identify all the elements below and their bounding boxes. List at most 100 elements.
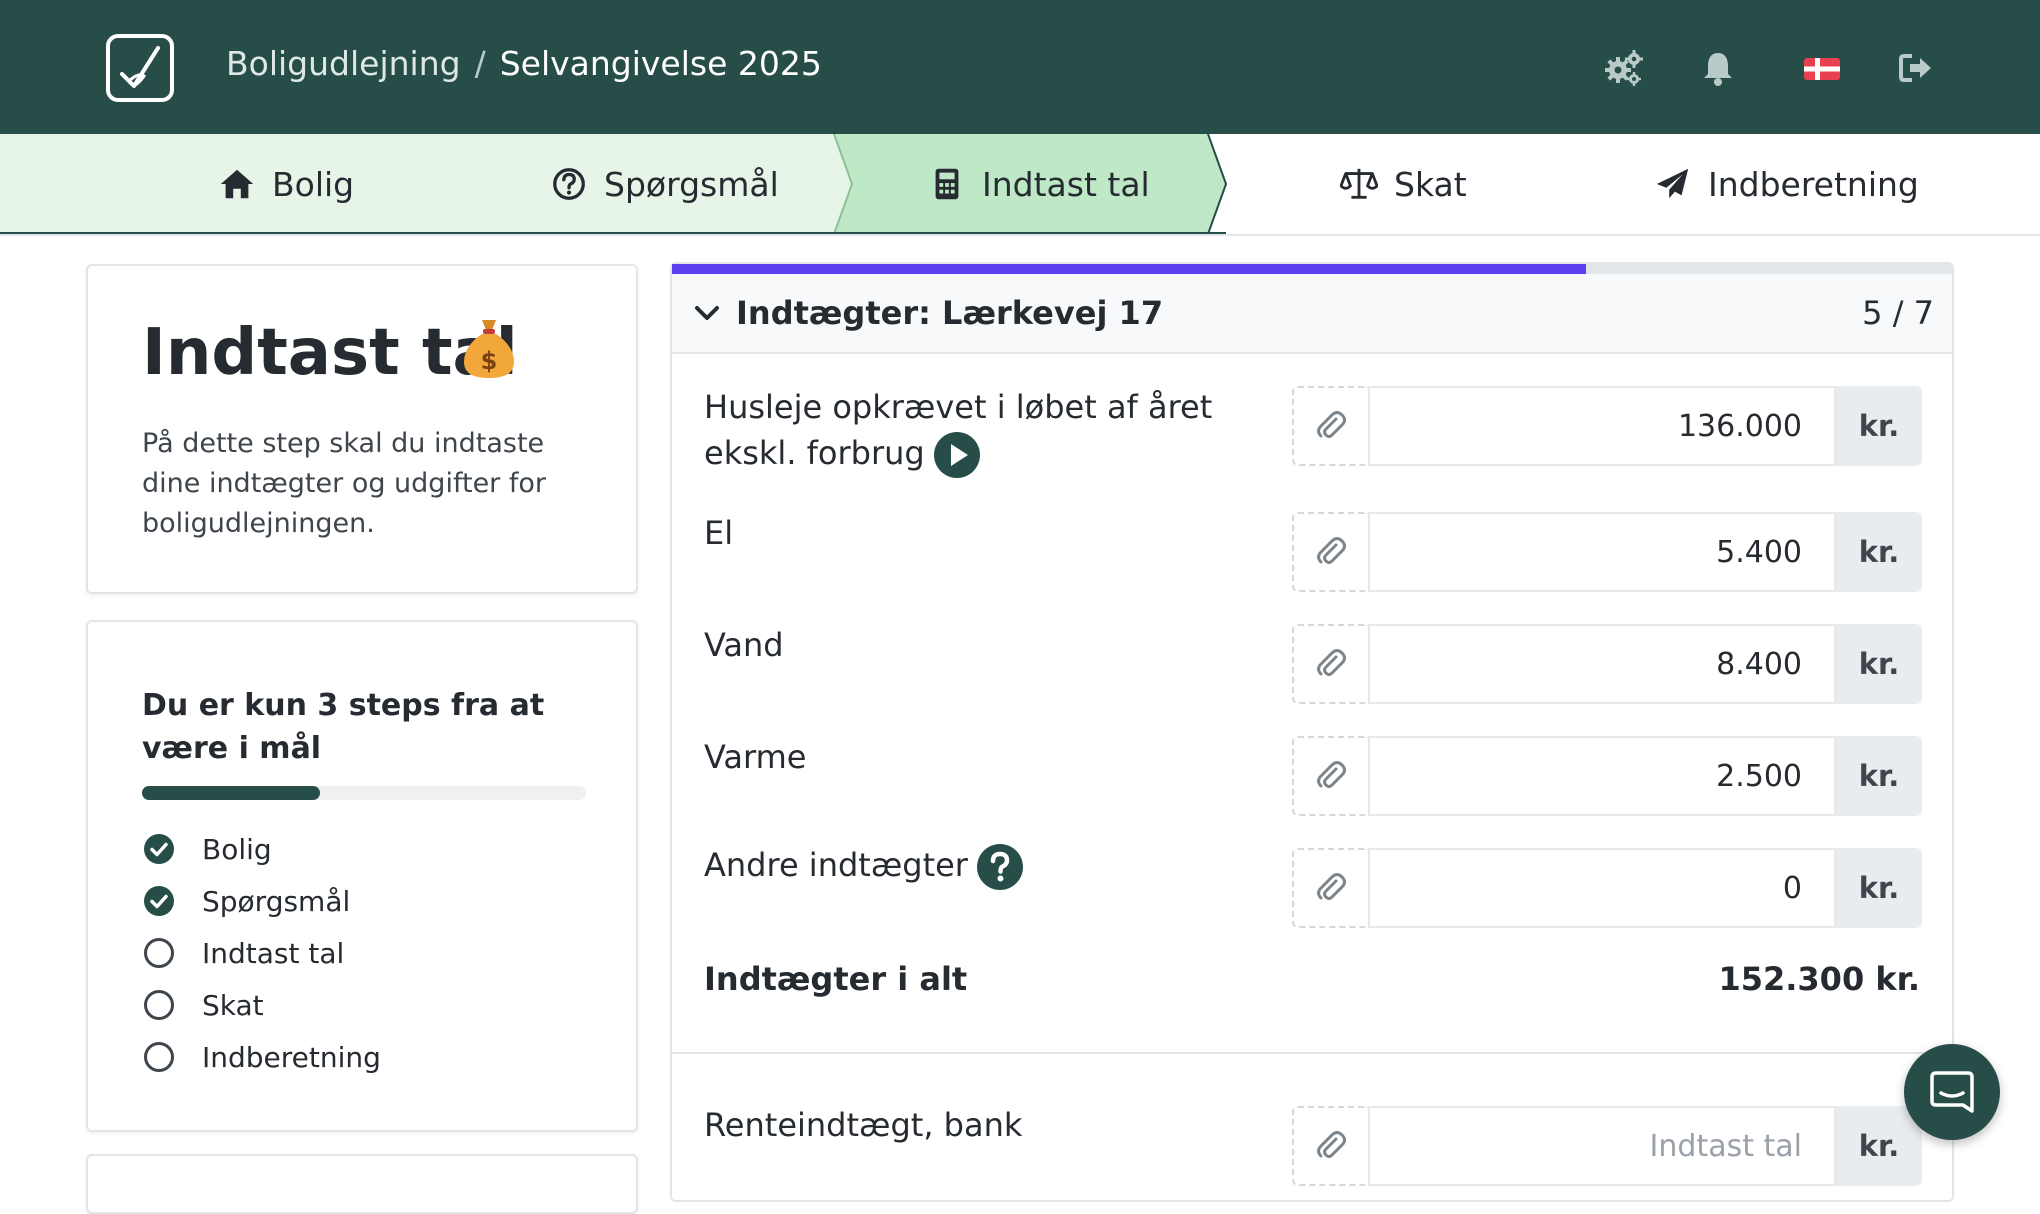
attachment-button[interactable] xyxy=(1292,386,1368,466)
income-panel: Indtægter: Lærkevej 17 5 / 7 Husleje opk… xyxy=(670,262,1954,1202)
row-label-varme: Varme xyxy=(704,738,807,776)
row-label-renteindtaegt: Renteindtægt, bank xyxy=(704,1106,1023,1144)
row-label-vand: Vand xyxy=(704,626,784,664)
logout-icon[interactable] xyxy=(1896,48,1936,88)
attachment-button[interactable] xyxy=(1292,1106,1368,1186)
bell-icon[interactable] xyxy=(1698,48,1738,88)
section-header[interactable]: Indtægter: Lærkevej 17 5 / 7 xyxy=(672,274,1952,354)
calculator-icon xyxy=(935,168,959,200)
money-bag-icon: $ xyxy=(460,316,518,386)
intro-card: Indtast tal $ På dette step skal du indt… xyxy=(86,264,638,594)
chat-icon xyxy=(1930,1071,1974,1113)
unit-label: kr. xyxy=(1836,848,1922,928)
attachment-button[interactable] xyxy=(1292,512,1368,592)
row-label-el: El xyxy=(704,514,734,552)
row-label-andre-indtaegter: Andre indtægter xyxy=(704,842,1024,891)
play-circle-icon[interactable] xyxy=(933,431,981,479)
unit-label: kr. xyxy=(1836,624,1922,704)
home-icon xyxy=(220,169,254,199)
empty-circle-icon xyxy=(144,1042,174,1072)
paperclip-icon xyxy=(1317,1131,1346,1158)
unit-label: kr. xyxy=(1836,512,1922,592)
vand-input[interactable]: 8.400 xyxy=(1368,624,1836,704)
attachment-button[interactable] xyxy=(1292,848,1368,928)
paper-plane-icon xyxy=(1656,168,1689,199)
husleje-input[interactable]: 136.000 xyxy=(1368,386,1836,466)
check-circle-icon xyxy=(144,834,174,864)
settings-icon[interactable] xyxy=(1604,48,1644,88)
section-title: Indtægter: Lærkevej 17 xyxy=(736,294,1164,332)
step-tab-spoergsmaal[interactable]: Spørgsmål xyxy=(550,134,779,234)
paperclip-icon xyxy=(1317,761,1346,788)
unit-label: kr. xyxy=(1836,736,1922,816)
paperclip-icon xyxy=(1317,873,1346,900)
breadcrumb-item-selvangivelse[interactable]: Selvangivelse 2025 xyxy=(500,44,822,83)
step-tab-indtast-tal[interactable]: Indtast tal xyxy=(928,134,1150,234)
svg-text:$: $ xyxy=(481,347,498,375)
checklist-label: Bolig xyxy=(202,832,272,866)
steps-progress-fill xyxy=(142,786,320,800)
varme-input[interactable]: 2.500 xyxy=(1368,736,1836,816)
checkmark-logo-icon xyxy=(120,46,160,88)
section-progress-bar xyxy=(672,264,1952,274)
help-icon[interactable] xyxy=(976,843,1024,891)
next-card xyxy=(86,1154,638,1214)
intro-description: På dette step skal du indtaste dine indt… xyxy=(142,428,546,539)
step-tab-label: Skat xyxy=(1394,164,1467,204)
checklist-label: Skat xyxy=(202,988,264,1022)
step-tab-label: Bolig xyxy=(272,164,355,204)
progress-card: Du er kun 3 steps fra at være i mål Boli… xyxy=(86,620,638,1132)
row-label-husleje: Husleje opkrævet i løbet af året ekskl. … xyxy=(704,384,1294,479)
andre-indtaegter-input[interactable]: 0 xyxy=(1368,848,1836,928)
breadcrumb-item-boligudlejning[interactable]: Boligudlejning xyxy=(226,44,461,83)
step-tab-label: Indtast tal xyxy=(982,164,1150,204)
andre-indtaegter-field: 0 kr. xyxy=(1292,848,1922,928)
chat-button[interactable] xyxy=(1904,1044,2000,1140)
chevron-down-icon[interactable] xyxy=(690,296,724,330)
checklist-label: Indtast tal xyxy=(202,936,345,970)
total-label: Indtægter i alt xyxy=(704,960,968,998)
paperclip-icon xyxy=(1317,411,1346,438)
step-tab-skat[interactable]: Skat xyxy=(1340,134,1467,234)
checklist-item-indtast-tal: Indtast tal xyxy=(142,936,344,970)
question-circle-icon xyxy=(553,168,585,200)
checklist-item-skat: Skat xyxy=(142,988,264,1022)
checklist-label: Spørgsmål xyxy=(202,884,351,918)
checklist-item-indberetning: Indberetning xyxy=(142,1040,381,1074)
paperclip-icon xyxy=(1317,649,1346,676)
app-logo[interactable] xyxy=(106,34,174,102)
el-field: 5.400 kr. xyxy=(1292,512,1922,592)
renteindtaegt-field: Indtast tal kr. xyxy=(1292,1106,1922,1186)
row-label-text: Andre indtægter xyxy=(704,846,968,884)
step-tab-label: Indberetning xyxy=(1708,164,1919,204)
step-tab-indberetning[interactable]: Indberetning xyxy=(1654,134,1919,234)
check-circle-icon xyxy=(144,886,174,916)
section-counter: 5 / 7 xyxy=(1862,294,1934,332)
vand-field: 8.400 kr. xyxy=(1292,624,1922,704)
paperclip-icon xyxy=(1317,537,1346,564)
step-tab-label: Spørgsmål xyxy=(604,164,779,204)
unit-label: kr. xyxy=(1836,386,1922,466)
steps-progress-bar xyxy=(142,786,586,800)
balance-scale-icon xyxy=(1340,168,1378,199)
section-divider xyxy=(672,1052,1952,1054)
step-tab-bolig[interactable]: Bolig xyxy=(218,134,354,234)
total-value: 152.300 kr. xyxy=(1718,960,1920,998)
empty-circle-icon xyxy=(144,990,174,1020)
varme-field: 2.500 kr. xyxy=(1292,736,1922,816)
checklist-item-bolig: Bolig xyxy=(142,832,272,866)
unit-label: kr. xyxy=(1836,1106,1922,1186)
breadcrumb: Boligudlejning / Selvangivelse 2025 xyxy=(226,44,822,83)
husleje-field: 136.000 kr. xyxy=(1292,386,1922,466)
el-input[interactable]: 5.400 xyxy=(1368,512,1836,592)
renteindtaegt-input[interactable]: Indtast tal xyxy=(1368,1106,1836,1186)
attachment-button[interactable] xyxy=(1292,736,1368,816)
empty-circle-icon xyxy=(144,938,174,968)
danish-flag-icon[interactable] xyxy=(1802,48,1842,88)
top-bar: Boligudlejning / Selvangivelse 2025 xyxy=(0,0,2040,134)
checklist-item-spoergsmaal: Spørgsmål xyxy=(142,884,350,918)
attachment-button[interactable] xyxy=(1292,624,1368,704)
breadcrumb-separator: / xyxy=(474,44,486,83)
step-navigation: Bolig Spørgsmål Indtast tal Skat Indbere… xyxy=(0,134,2040,236)
checklist-label: Indberetning xyxy=(202,1040,381,1074)
